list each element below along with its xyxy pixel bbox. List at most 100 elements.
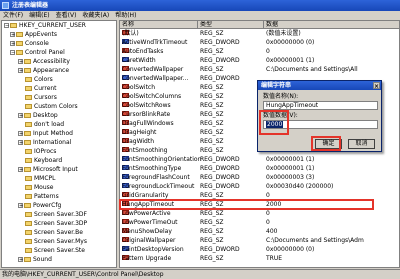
value-row[interactable]: OriginalWallpaper REG_SZ C:\Documents and … (120, 237, 399, 245)
dialog-title: 编辑字符串 (261, 82, 292, 89)
value-row[interactable]: AutoEndTasks REG_SZ 0 (120, 48, 399, 56)
tree-item[interactable]: + Appearance (18, 67, 69, 75)
folder-icon (25, 248, 32, 253)
folder-icon (24, 167, 31, 172)
value-data: 0x00000000 (0) (266, 246, 315, 253)
tree-item[interactable]: Keyboard (25, 157, 62, 165)
menu-edit[interactable]: 编辑(E) (29, 11, 49, 20)
tree-item-selected[interactable]: + Desktop (18, 112, 58, 120)
value-type: REG_DWORD (200, 183, 240, 190)
value-type: REG_SZ (200, 138, 224, 145)
tree-item[interactable]: + Input Method (18, 130, 73, 138)
menu-help[interactable]: 帮助(H) (115, 11, 136, 20)
value-name-label: 数值名称(N): (263, 93, 299, 100)
value-row[interactable]: CaretWidth REG_DWORD 0x00000001 (1) (120, 57, 399, 65)
highlight-value-data-field (259, 110, 289, 135)
value-row[interactable]: ForegroundLockTimeout REG_DWORD 0x00030d40… (120, 183, 399, 191)
column-header-name[interactable]: 名称 (120, 21, 198, 29)
tree-item[interactable]: IOProcs (25, 148, 56, 156)
registry-tree[interactable]: − HKEY_CURRENT_USER + AppEvents + Console −… (1, 20, 117, 268)
value-type: REG_SZ (200, 210, 224, 217)
value-row[interactable]: FontSmoothingType REG_DWORD 0x00000001 (1) (120, 165, 399, 173)
tree-item[interactable]: Mouse (25, 184, 53, 192)
column-header-data[interactable]: 数据 (264, 21, 399, 29)
value-name: CoolSwitchColumns (122, 93, 182, 100)
value-name: ConvertedWallpaper (122, 66, 184, 73)
folder-icon (24, 203, 31, 208)
value-name: FontSmoothingOrientation (122, 156, 202, 163)
value-type: REG_SZ (200, 228, 224, 235)
collapse-icon[interactable]: − (4, 23, 9, 29)
status-bar: 我的电脑\HKEY_CURRENT_USER\Control Panel\Des… (0, 269, 400, 278)
tree-item[interactable]: Screen Saver.Ste (25, 247, 85, 255)
expand-icon[interactable]: + (10, 32, 15, 38)
value-name: CaretWidth (122, 57, 156, 64)
value-name-field[interactable]: HungAppTimeout (263, 101, 378, 110)
value-row[interactable]: PaintDesktopVersion REG_DWORD 0x00000000 (… (120, 246, 399, 254)
folder-icon (25, 149, 32, 154)
tree-item[interactable]: Custom Colors (25, 103, 78, 111)
value-row[interactable]: LowPowerTimeOut REG_SZ 0 (120, 219, 399, 227)
menu-view[interactable]: 查看(V) (56, 11, 77, 20)
tree-item[interactable]: + Accessibility (18, 58, 70, 66)
tree-item[interactable]: + AppEvents (10, 31, 57, 39)
title-bar: 注册表编辑器 (0, 0, 400, 11)
menu-favorites[interactable]: 收藏夹(A) (82, 11, 109, 20)
tree-item[interactable]: + International (18, 139, 71, 147)
tree-item[interactable]: Colors (25, 76, 53, 84)
value-name: ActiveWndTrkTimeout (122, 39, 188, 46)
tree-item[interactable]: Screen Saver.Be (25, 229, 83, 237)
tree-item[interactable]: Screen Saver.Mys (25, 238, 87, 246)
tree-item[interactable]: + Console (10, 40, 49, 48)
collapse-icon[interactable]: − (10, 50, 15, 56)
value-name: FontSmoothingType (122, 165, 182, 172)
tree-item[interactable]: + Sound (18, 256, 52, 264)
folder-icon (25, 194, 32, 199)
expand-icon[interactable]: + (18, 140, 23, 146)
value-row[interactable]: ConvertedWallpaper REG_SZ C:\Documents and… (120, 66, 399, 74)
regedit-app-icon (2, 2, 9, 9)
value-data: 0x00030d40 (200000) (266, 183, 334, 190)
tree-root[interactable]: − HKEY_CURRENT_USER (4, 22, 86, 30)
value-row[interactable]: ActiveWndTrkTimeout REG_DWORD 0x00000000 (… (120, 39, 399, 47)
tree-item[interactable]: + PowerCfg (18, 202, 61, 210)
tree-item[interactable]: − Control Panel (10, 49, 65, 57)
tree-item[interactable]: Current (25, 85, 57, 93)
value-row[interactable]: FontSmoothingOrientation REG_DWORD 0x00000… (120, 156, 399, 164)
window-title: 注册表编辑器 (12, 2, 49, 9)
folder-icon (25, 122, 32, 127)
cancel-button[interactable]: 取消 (348, 139, 375, 149)
expand-icon[interactable]: + (18, 167, 23, 173)
expand-icon[interactable]: + (10, 41, 15, 47)
folder-icon (24, 257, 31, 262)
expand-icon[interactable]: + (18, 257, 23, 263)
expand-icon[interactable]: + (18, 68, 23, 74)
value-row[interactable]: Pattern Upgrade REG_SZ TRUE (120, 255, 399, 263)
column-header-type[interactable]: 类型 (198, 21, 264, 29)
expand-icon[interactable]: + (18, 203, 23, 209)
tree-item[interactable]: Screen Saver.3DP (25, 220, 87, 228)
tree-item[interactable]: Patterns (25, 193, 59, 201)
value-name: Pattern Upgrade (122, 255, 172, 262)
tree-item[interactable]: + Microsoft Input (18, 166, 78, 174)
folder-icon (25, 221, 32, 226)
value-row[interactable]: MenuShowDelay REG_SZ 400 (120, 228, 399, 236)
expand-icon[interactable]: + (18, 59, 23, 65)
expand-icon[interactable]: + (18, 113, 23, 119)
value-type: REG_DWORD (200, 165, 240, 172)
close-icon[interactable]: × (373, 82, 380, 90)
value-row[interactable]: (默认) REG_SZ (数值未设置) (120, 30, 399, 38)
tree-item[interactable]: Screen Saver.3DF (25, 211, 87, 219)
menu-file[interactable]: 文件(F) (3, 11, 23, 20)
value-row[interactable]: LowPowerActive REG_SZ 0 (120, 210, 399, 218)
value-data: 0x00000001 (1) (266, 57, 315, 64)
value-data: 0x00000001 (1) (266, 156, 315, 163)
folder-icon (25, 77, 32, 82)
folder-icon (24, 113, 31, 118)
value-type: REG_SZ (200, 30, 224, 37)
value-row[interactable]: ForegroundFlashCount REG_DWORD 0x00000003 … (120, 174, 399, 182)
tree-item[interactable]: Cursors (25, 94, 57, 102)
expand-icon[interactable]: + (18, 131, 23, 137)
tree-item[interactable]: MMCPL (25, 175, 56, 183)
tree-item[interactable]: don't load (25, 121, 64, 129)
